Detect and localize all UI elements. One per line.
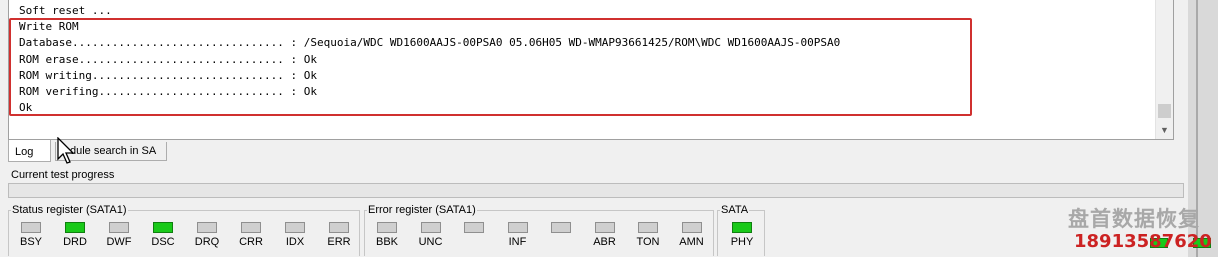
led-label: DSC [151, 236, 175, 248]
led-unused-off [551, 222, 571, 233]
led-label: DRD [63, 236, 87, 248]
led-bbk-off [377, 222, 397, 233]
led-drd-on [65, 222, 85, 233]
test-progress-bar [8, 183, 1184, 198]
led-label: ABR [593, 236, 616, 248]
led-amn-off [681, 222, 702, 233]
led-crr-off [241, 222, 261, 233]
mouse-cursor-icon [57, 137, 75, 164]
led-inf-off [507, 222, 528, 233]
led-label: CRR [239, 236, 263, 248]
led-label: PHY [730, 236, 754, 248]
error-register-group: Error register (SATA1) BBK UNC INF ABR TON AM… [364, 204, 714, 256]
error-register-title: Error register (SATA1) [367, 204, 477, 217]
log-vertical-scrollbar[interactable]: ▼ [1155, 0, 1173, 139]
led-phy-on [732, 222, 752, 233]
progress-label: Current test progress [11, 169, 115, 181]
led-abr-off [594, 222, 615, 233]
led-err-off [329, 222, 349, 233]
led-label: IDX [285, 236, 305, 248]
led-label: UNC [418, 236, 443, 248]
led-unc-off [420, 222, 441, 233]
log-line: Soft reset ... [19, 4, 112, 17]
led-label: BBK [375, 236, 398, 248]
led-label: DWF [106, 236, 132, 248]
scroll-down-arrow-icon[interactable]: ▼ [1156, 123, 1173, 137]
led-label: DRQ [194, 236, 220, 248]
led-dwf-off [109, 222, 129, 233]
tab-module-search-label: dule search in SA [70, 145, 157, 157]
led-ton-off [638, 222, 658, 233]
sata-group: SATA PHY [717, 204, 765, 256]
led-label: AMN [679, 236, 704, 248]
led-unused-off [464, 222, 484, 233]
log-panel[interactable]: Soft reset ... Write ROM Database.......… [8, 0, 1174, 140]
scrollbar-thumb[interactable] [1158, 104, 1171, 118]
highlight-annotation [9, 18, 972, 116]
app-window: Soft reset ... Write ROM Database.......… [0, 0, 1218, 257]
led-label: BSY [19, 236, 42, 248]
led-label: TON [636, 236, 660, 248]
led-drq-off [197, 222, 217, 233]
led-label: INF [508, 236, 527, 248]
led-dsc-on [153, 222, 173, 233]
led-bsy-off [21, 222, 41, 233]
tab-log[interactable]: Log [8, 140, 51, 162]
sata-title: SATA [720, 204, 750, 217]
status-register-title: Status register (SATA1) [11, 204, 128, 217]
led-label: ERR [327, 236, 351, 248]
status-register-group: Status register (SATA1) BSY DRD DWF DSC DRQ C… [8, 204, 360, 256]
watermark-logo: 盘首数据恢复 [1068, 207, 1200, 231]
watermark-phone: 18913587620 [1074, 231, 1212, 252]
led-idx-off [285, 222, 305, 233]
